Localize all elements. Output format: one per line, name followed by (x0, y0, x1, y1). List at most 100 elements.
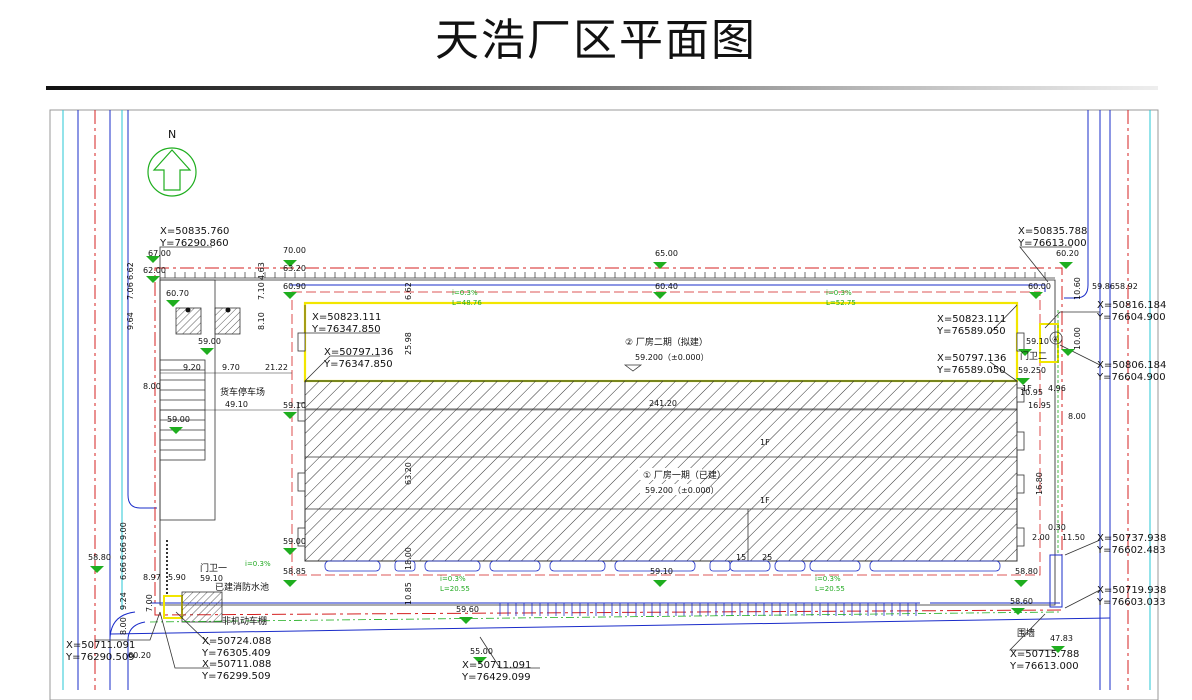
floor-label-2: 1F (760, 496, 770, 505)
svg-text:49.10: 49.10 (225, 400, 248, 409)
coord-s2-y: Y=76299.509 (201, 671, 271, 682)
svg-text:18.00: 18.00 (404, 547, 413, 570)
svg-text:70.00: 70.00 (283, 246, 306, 255)
truck-parking-label: 货车停车场 (220, 386, 265, 398)
svg-text:65.00: 65.00 (655, 249, 678, 258)
svg-text:241.20: 241.20 (649, 399, 677, 408)
svg-text:6.62: 6.62 (404, 282, 413, 300)
svg-text:59.10: 59.10 (1026, 337, 1049, 346)
coord-s3-y: Y=76429.099 (461, 672, 531, 683)
svg-text:59.10: 59.10 (650, 567, 673, 576)
coord-r1-x: X=50816.184 (1097, 300, 1166, 311)
north-arrow: N (147, 128, 197, 197)
svg-text:i=0.3%: i=0.3% (826, 289, 852, 297)
elevation-triangle (90, 566, 104, 573)
svg-text:10.00: 10.00 (1073, 327, 1082, 350)
svg-text:60.40: 60.40 (655, 282, 678, 291)
svg-text:67.00: 67.00 (148, 249, 171, 258)
svg-text:5.90: 5.90 (168, 573, 186, 582)
phase1-elevation: 59.200（±0.000） (645, 486, 719, 495)
elevation-triangle (283, 412, 297, 419)
svg-text:L=48.76: L=48.76 (452, 299, 482, 307)
svg-text:59.60: 59.60 (456, 605, 479, 614)
svg-text:6.66: 6.66 (119, 562, 128, 580)
svg-text:59.8658.92: 59.8658.92 (1092, 282, 1138, 291)
svg-text:9.64: 9.64 (126, 312, 135, 330)
gate2-label: 门卫二 (1020, 350, 1047, 362)
svg-text:L=52.75: L=52.75 (826, 299, 856, 307)
svg-text:59.00: 59.00 (283, 537, 306, 546)
coord-s1-x: X=50724.088 (202, 636, 271, 647)
svg-text:59.00: 59.00 (167, 415, 190, 424)
svg-text:59.10: 59.10 (283, 401, 306, 410)
svg-text:L=20.55: L=20.55 (815, 585, 845, 593)
coord-r4-x: X=50719.938 (1097, 585, 1166, 596)
elevation-triangle (1011, 608, 1025, 615)
site-plan-drawing: N ④ X=50835.760 Y=76290.860 X=50835.788 … (49, 109, 1166, 700)
svg-text:9.24: 9.24 (119, 592, 128, 610)
floor-label-1: 1F (760, 438, 770, 447)
svg-text:16.80: 16.80 (1035, 472, 1044, 495)
north-label: N (168, 128, 176, 141)
svg-text:4.63: 4.63 (257, 262, 266, 280)
svg-text:58.85: 58.85 (283, 567, 306, 576)
svg-text:58.60: 58.60 (1010, 597, 1033, 606)
coord-nw-y: Y=76290.860 (159, 238, 229, 249)
svg-text:63.20: 63.20 (283, 264, 306, 273)
elevation-triangle (283, 292, 297, 299)
svg-text:9.20: 9.20 (183, 363, 201, 372)
svg-text:62.00: 62.00 (143, 266, 166, 275)
coord-p1-y: Y=76347.850 (311, 324, 381, 335)
svg-text:59.10: 59.10 (200, 574, 223, 583)
coord-r2-x: X=50806.184 (1097, 360, 1166, 371)
svg-text:60.20: 60.20 (128, 651, 151, 660)
left-road (62, 110, 157, 690)
fire-pool (181, 591, 223, 623)
coord-se-x: X=50715.788 (1010, 649, 1079, 660)
svg-text:i=0.3%: i=0.3% (815, 575, 841, 583)
svg-text:25.98: 25.98 (404, 332, 413, 355)
coord-p2-x: X=50797.136 (324, 347, 393, 358)
svg-text:60.00: 60.00 (1028, 282, 1051, 291)
svg-text:60.20: 60.20 (1056, 249, 1079, 258)
coord-nw-x: X=50835.760 (160, 226, 229, 237)
coord-ne-x: X=50835.788 (1018, 226, 1087, 237)
svg-text:8.00: 8.00 (1068, 412, 1086, 421)
svg-text:L=20.55: L=20.55 (440, 585, 470, 593)
svg-text:55.00: 55.00 (470, 647, 493, 656)
svg-text:4.96: 4.96 (1048, 384, 1066, 393)
coord-p2-y: Y=76347.850 (323, 359, 393, 370)
elevation-triangle (200, 348, 214, 355)
svg-text:8.00: 8.00 (143, 382, 161, 391)
elevation-triangle (169, 427, 183, 434)
phase2-elevation: 59.200（±0.000） (635, 353, 709, 362)
svg-text:8.00: 8.00 (119, 617, 128, 635)
phase2-label: ② 厂房二期（拟建） (625, 336, 708, 348)
elevation-triangle (653, 292, 667, 299)
coord-s3-x: X=50711.091 (462, 660, 531, 671)
coord-p1-x: X=50823.111 (312, 312, 381, 323)
svg-text:7.00: 7.00 (145, 594, 154, 612)
coord-sw-y: Y=76290.509 (65, 652, 135, 663)
elevation-triangle (283, 548, 297, 555)
phase1-label: ① 厂房一期（已建） (643, 469, 726, 481)
svg-text:10.85: 10.85 (404, 582, 413, 605)
elevation-triangle (283, 580, 297, 587)
svg-text:0.30: 0.30 (1048, 523, 1066, 532)
svg-text:25: 25 (762, 553, 772, 562)
svg-text:58.80: 58.80 (1015, 567, 1038, 576)
coord-p3-y: Y=76589.050 (936, 326, 1006, 337)
elevation-triangle (1029, 292, 1043, 299)
svg-text:11.50: 11.50 (1062, 533, 1085, 542)
svg-text:9.70: 9.70 (222, 363, 240, 372)
coord-p3-x: X=50823.111 (937, 314, 1006, 325)
svg-text:9.00: 9.00 (119, 522, 128, 540)
svg-text:i=0.3%: i=0.3% (452, 289, 478, 297)
coord-r4-y: Y=76603.033 (1096, 597, 1166, 608)
coord-s1-y: Y=76305.409 (201, 648, 271, 659)
svg-text:i=0.3%: i=0.3% (245, 560, 271, 568)
svg-text:8.10: 8.10 (257, 312, 266, 330)
svg-text:63.20: 63.20 (404, 462, 413, 485)
svg-text:15: 15 (736, 553, 746, 562)
svg-text:7.10: 7.10 (257, 282, 266, 300)
